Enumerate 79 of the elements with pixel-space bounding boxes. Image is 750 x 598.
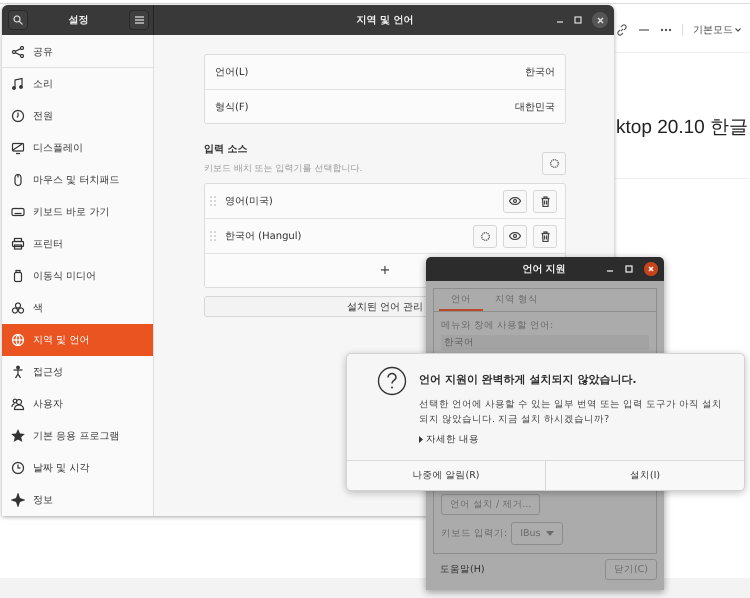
preview-button[interactable]: [503, 190, 527, 212]
menu-icon: [134, 16, 144, 24]
dialog-button[interactable]: 나중에 알림(R): [347, 461, 545, 490]
dialog-button[interactable]: 설치(I): [545, 461, 744, 490]
keyboard-icon: [11, 205, 25, 219]
options-button[interactable]: [542, 152, 566, 175]
sidebar-item[interactable]: 지역 및 언어: [2, 324, 153, 356]
preview-button[interactable]: [503, 224, 527, 248]
delete-button[interactable]: [533, 224, 557, 248]
sidebar-title: 설정: [68, 14, 90, 27]
keyboard-label: 키보드 입력기:: [441, 527, 508, 540]
window-title: 언어 지원: [521, 263, 567, 276]
input-source-name: 한국어 (Hangul): [225, 230, 302, 243]
drive-icon: [11, 269, 25, 283]
post-title: ktop 20.10 한글: [616, 116, 748, 140]
sidebar-item[interactable]: 디스플레이: [2, 132, 153, 164]
menu-button[interactable]: [129, 10, 149, 30]
printer-icon: [11, 237, 25, 251]
accessibility-icon: [11, 365, 25, 379]
details-expander[interactable]: 자세한 내용: [419, 433, 480, 446]
sidebar-item[interactable]: 전원: [2, 100, 153, 132]
window-title: 지역 및 언어: [356, 14, 414, 27]
sparkle-icon: [11, 493, 25, 507]
users-icon: [11, 397, 25, 411]
sidebar-item[interactable]: 마우스 및 터치패드: [2, 164, 153, 196]
delete-button[interactable]: [533, 190, 557, 212]
drag-handle-icon: [210, 231, 216, 241]
close-button[interactable]: [644, 262, 658, 276]
row-value[interactable]: 대한민국: [515, 100, 555, 114]
settings-button[interactable]: [473, 224, 497, 248]
close-icon: [596, 16, 604, 24]
sidebar-item[interactable]: 접근성: [2, 356, 153, 388]
share-icon: [11, 44, 25, 58]
sidebar-item[interactable]: 이동식 미디어: [2, 260, 153, 292]
chevron-down-icon: [735, 28, 741, 32]
sidebar-item[interactable]: 공유: [2, 36, 153, 68]
gear-icon: [480, 230, 490, 242]
sidebar-item[interactable]: 키보드 바로 가기: [2, 196, 153, 228]
globe-icon: [11, 333, 25, 347]
dialog-message: 선택한 언어에 사용할 수 있는 일부 번역 또는 입력 도구가 아직 설치되지 않았습니다. 지금 설치 하시겠습니까?: [419, 398, 724, 427]
close-icon: [648, 266, 654, 272]
sidebar-item[interactable]: 소리: [2, 68, 153, 100]
sidebar-item[interactable]: 사용자: [2, 388, 153, 420]
sidebar-item[interactable]: 프린터: [2, 228, 153, 260]
section-subtitle: 키보드 배치 또는 입력기를 선택합니다.: [204, 163, 362, 175]
list-label: 메뉴와 창에 사용할 언어:: [441, 319, 554, 332]
search-icon: [13, 15, 23, 25]
row-value[interactable]: 한국어: [525, 65, 555, 79]
maximize-icon: [625, 265, 633, 273]
music-note-icon: [11, 77, 25, 91]
gear-icon: [548, 158, 560, 169]
eye-icon: [509, 197, 521, 205]
drag-handle-icon: [210, 196, 216, 206]
sidebar-item[interactable]: 색: [2, 292, 153, 324]
dialog-title: 언어 지원이 완벽하게 설치되지 않았습니다.: [419, 372, 638, 387]
sidebar-item[interactable]: 기본 응용 프로그램: [2, 420, 153, 452]
expander-arrow-icon: [419, 436, 423, 443]
star-icon: [11, 429, 25, 443]
row-label: 언어(L): [215, 66, 248, 79]
trash-icon: [540, 230, 550, 242]
power-icon: [11, 109, 25, 123]
trash-icon: [540, 196, 550, 206]
eye-icon: [509, 232, 521, 240]
help-button[interactable]: 도움말(H): [440, 563, 485, 576]
color-circles-icon: [11, 301, 25, 315]
dropdown-arrow-icon: [546, 531, 554, 536]
link-icon: [616, 24, 628, 36]
sidebar-item[interactable]: 날짜 및 시각: [2, 452, 153, 484]
question-icon: [377, 366, 407, 396]
mode-dropdown[interactable]: 기본모드: [693, 23, 741, 37]
section-heading: 입력 소스: [204, 143, 248, 156]
maximize-icon: [574, 16, 582, 24]
display-icon: [11, 141, 25, 155]
clock-icon: [11, 461, 25, 475]
close-button[interactable]: [592, 12, 608, 28]
input-source-name: 영어(미국): [225, 195, 274, 208]
search-button[interactable]: [8, 10, 28, 30]
row-label: 형식(F): [215, 100, 249, 114]
sidebar-item[interactable]: 정보: [2, 484, 153, 516]
